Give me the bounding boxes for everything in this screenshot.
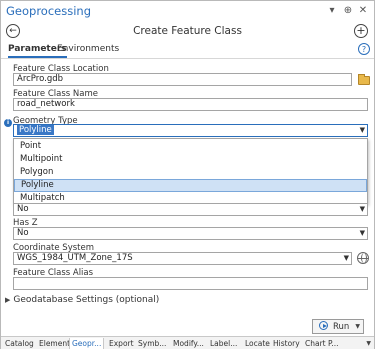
help-icon[interactable]: ? — [358, 43, 370, 55]
tab-environments[interactable]: Environments — [57, 44, 119, 56]
geometry-selected-value: Polyline — [17, 125, 54, 135]
pin-icon[interactable]: ⊕ — [340, 3, 356, 19]
add-icon[interactable]: + — [354, 24, 368, 38]
globe-icon[interactable] — [357, 252, 369, 264]
geodatabase-settings-label: Geodatabase Settings (optional) — [13, 295, 160, 305]
bottom-tab[interactable]: Locate — [245, 338, 270, 349]
name-field[interactable]: road_network — [13, 98, 368, 111]
bottom-tab[interactable]: Label... — [210, 338, 237, 349]
location-field[interactable]: ArcPro.gdb — [13, 73, 352, 86]
close-icon[interactable]: ✕ — [355, 3, 371, 19]
chevron-down-icon[interactable]: ▼ — [360, 228, 365, 239]
has-z-value: No — [17, 228, 29, 238]
bottom-tab[interactable]: Modify... — [173, 338, 204, 349]
geoprocessing-pane: Geoprocessing ▾ ⊕ ✕ ← Create Feature Cla… — [0, 0, 375, 349]
has-m-value: No — [17, 204, 29, 214]
bottom-tab[interactable]: Geopr... — [69, 338, 105, 349]
bottom-tab[interactable]: Symb... — [138, 338, 166, 349]
geometry-options-list: Point Multipoint Polygon Polyline Multipatch — [13, 138, 368, 204]
info-icon[interactable]: i — [4, 119, 12, 127]
geometry-type-dropdown[interactable]: Polyline ▼ — [13, 124, 368, 137]
coordinate-system-value: WGS_1984_UTM_Zone_17S — [17, 253, 133, 263]
run-button[interactable]: Run ▼ — [312, 319, 364, 334]
bottom-tab[interactable]: Element — [39, 338, 70, 349]
geometry-option[interactable]: Point — [14, 140, 367, 153]
pane-title: Geoprocessing — [6, 4, 91, 18]
alias-field[interactable] — [13, 277, 368, 290]
has-m-dropdown[interactable]: No ▼ — [13, 203, 368, 216]
bottom-tab[interactable]: Catalog — [5, 338, 34, 349]
geometry-option[interactable]: Polygon — [14, 166, 367, 179]
pane-menu-icon[interactable]: ▾ — [324, 3, 340, 19]
run-icon — [319, 321, 328, 330]
chevron-right-icon: ▶ — [5, 296, 11, 304]
coordinate-system-dropdown[interactable]: WGS_1984_UTM_Zone_17S ▼ — [13, 252, 352, 265]
tool-header: ← Create Feature Class + — [1, 21, 374, 43]
bottom-tab-strip: ▼ Catalog Element Geopr... Export Symb... Mod… — [1, 336, 374, 349]
chevron-down-icon[interactable]: ▼ — [360, 125, 365, 136]
run-label: Run — [333, 322, 350, 332]
has-z-dropdown[interactable]: No ▼ — [13, 227, 368, 240]
bottom-tab[interactable]: Export — [109, 338, 134, 349]
geometry-option[interactable]: Multipoint — [14, 153, 367, 166]
bottom-tab[interactable]: History — [273, 338, 300, 349]
folder-browse-icon[interactable] — [358, 74, 370, 85]
tool-tabs: Parameters Environments ? — [1, 43, 374, 59]
chevron-down-icon[interactable]: ▼ — [360, 204, 365, 215]
chevron-down-icon[interactable]: ▼ — [355, 320, 360, 333]
geometry-option[interactable]: Polyline — [14, 179, 367, 192]
bottom-tab[interactable]: Chart P... — [305, 338, 339, 349]
chevron-down-icon[interactable]: ▼ — [344, 253, 349, 264]
pane-titlebar: Geoprocessing ▾ ⊕ ✕ — [1, 1, 374, 21]
geodatabase-settings-section[interactable]: ▶ Geodatabase Settings (optional) — [5, 295, 159, 305]
chevron-down-icon[interactable]: ▼ — [366, 338, 371, 349]
tool-title: Create Feature Class — [133, 25, 242, 37]
